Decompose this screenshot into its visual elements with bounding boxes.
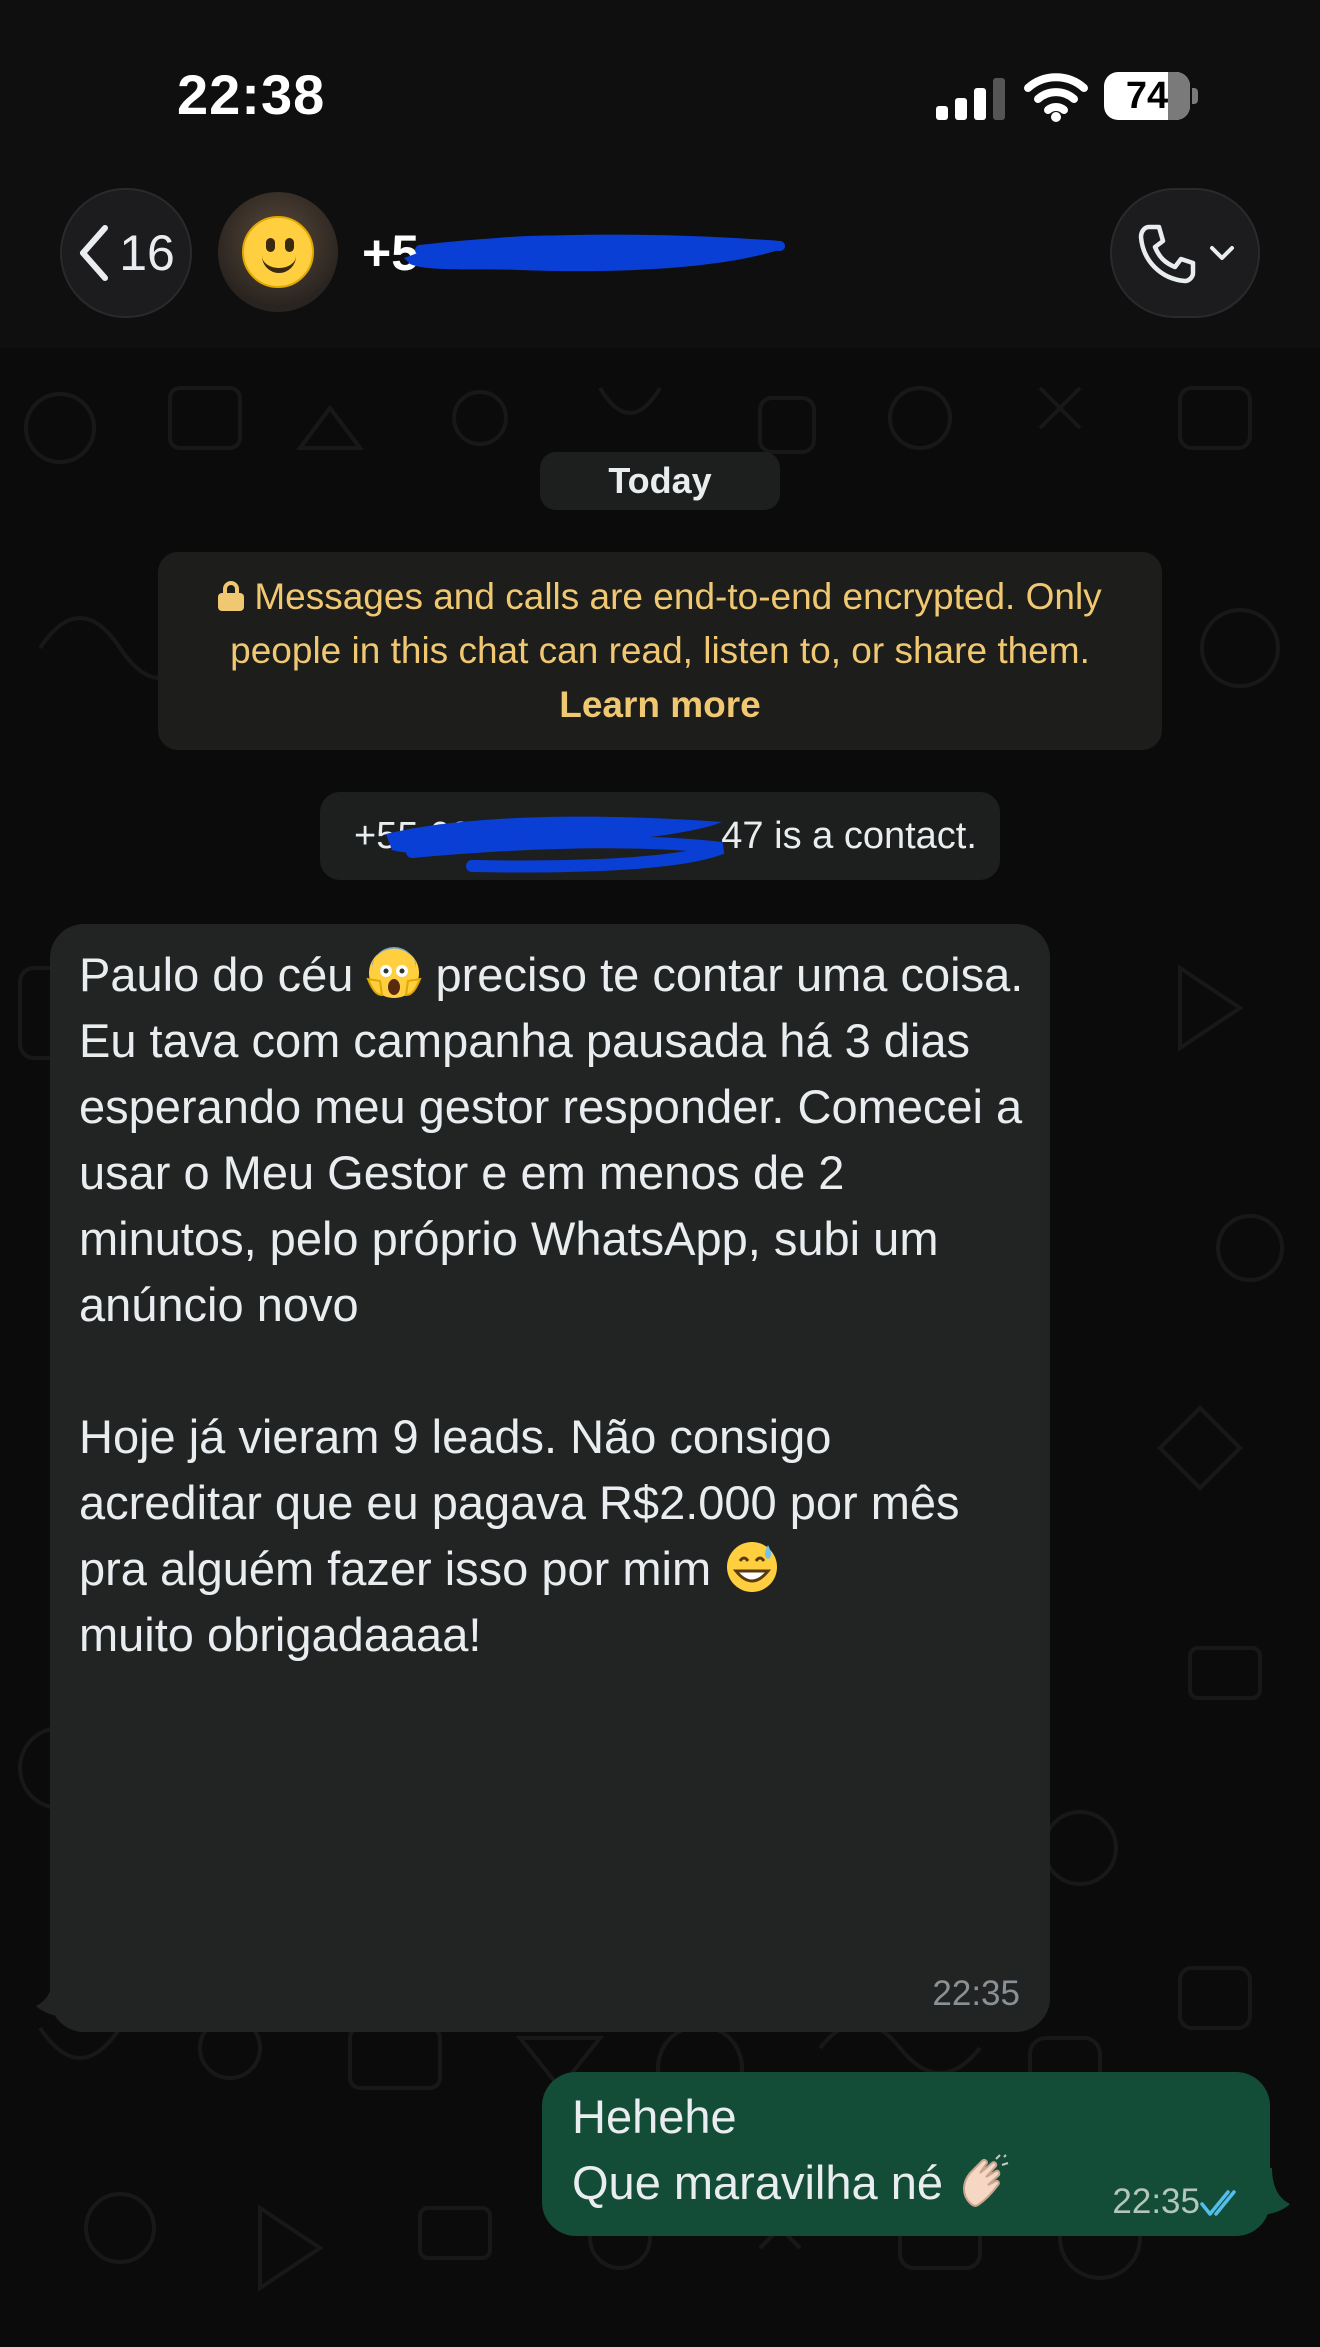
cellular-signal-icon — [936, 76, 1006, 120]
clapping-hands-emoji — [963, 2154, 1009, 2207]
read-receipt-icon — [1200, 2190, 1236, 2216]
call-button[interactable] — [1110, 188, 1260, 318]
status-time: 22:38 — [177, 63, 326, 126]
phone-icon — [1138, 224, 1196, 284]
back-button[interactable]: 16 — [60, 188, 192, 318]
message-timestamp: 22:35 — [932, 1974, 1020, 2013]
grinning-face-with-sweat-emoji — [727, 1542, 778, 1592]
message-text: Paulo do céu preciso te contar uma coisa… — [79, 942, 1024, 1668]
chevron-left-icon — [80, 225, 109, 281]
chevron-down-icon — [1210, 246, 1234, 260]
smiley-icon — [242, 216, 314, 288]
lock-icon — [218, 581, 245, 611]
date-separator: Today — [540, 452, 780, 510]
avatar[interactable] — [218, 192, 338, 312]
wifi-icon — [1024, 73, 1088, 122]
battery-percent: 74 — [1125, 75, 1169, 117]
contact-notice-text: 47 is a contact. — [721, 815, 977, 857]
chat-header: 16 +5 — [0, 180, 1320, 348]
unread-count: 16 — [119, 225, 175, 281]
redaction-scribble — [386, 816, 725, 873]
encryption-text: Messages and calls are end-to-end encryp… — [230, 576, 1102, 671]
chat-area[interactable]: Today Messages and calls are end-to-end … — [0, 348, 1320, 2347]
message-timestamp: 22:35 — [1112, 2182, 1200, 2221]
face-screaming-in-fear-emoji — [366, 947, 423, 998]
outgoing-message-bubble[interactable]: Hehehe Que maravilha né 22:35 — [542, 2072, 1270, 2236]
battery-icon: 74 — [1104, 72, 1198, 120]
encryption-notice[interactable]: Messages and calls are end-to-end encryp… — [158, 552, 1162, 750]
incoming-message-bubble[interactable]: Paulo do céu preciso te contar uma coisa… — [50, 924, 1050, 2032]
learn-more-link[interactable]: Learn more — [559, 684, 761, 725]
status-bar: 22:38 74 — [0, 0, 1320, 180]
redaction-scribble — [404, 234, 785, 272]
